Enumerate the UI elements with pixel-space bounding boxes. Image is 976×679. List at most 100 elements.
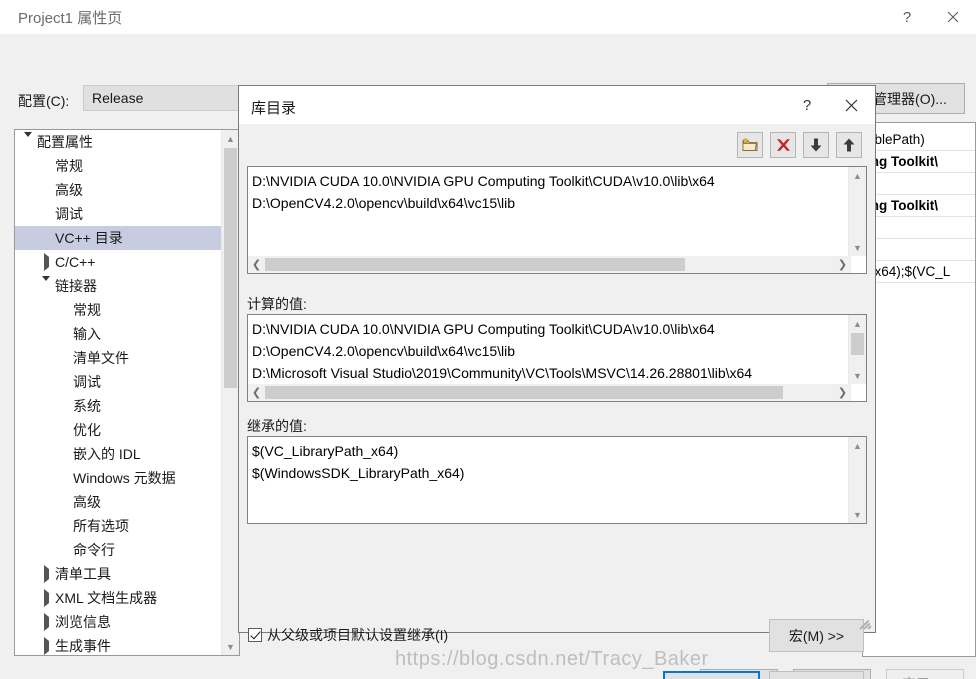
resize-grip[interactable]	[859, 616, 873, 630]
scroll-right-icon[interactable]: ❯	[834, 256, 851, 273]
tree-item-label: 常规	[55, 158, 83, 174]
library-directories-dialog: 库目录 ? D:\NVIDIA CUDA 10.0\NVIDIA GPU Com…	[238, 85, 876, 679]
dialog-help-button[interactable]: ?	[785, 86, 829, 124]
settings-tree[interactable]: 配置属性 常规 高级 调试 VC++ 目录 C/C++ 链接器 常规 输入 清单文件 调试 系统 优化嵌…	[14, 129, 240, 656]
evaluated-scroll-thumb[interactable]	[851, 333, 864, 355]
tree-item[interactable]: VC++ 目录	[15, 226, 222, 250]
scroll-up-icon[interactable]: ▲	[222, 130, 239, 147]
evaluated-value-label: 计算的值:	[247, 296, 307, 312]
chevron-right-icon[interactable]	[39, 612, 53, 631]
tree-item[interactable]: 常规	[15, 154, 222, 178]
tree-item[interactable]: 清单文件	[15, 346, 222, 370]
tree-item[interactable]: 调试	[15, 370, 222, 394]
property-grid-row[interactable]: _x64);$(VC_L	[863, 261, 950, 283]
tree-scroll-thumb[interactable]	[224, 148, 237, 388]
inherit-checkbox-row[interactable]: 从父级或项目默认设置继承(I)	[248, 625, 448, 645]
tree-item[interactable]: 链接器	[15, 274, 222, 298]
evaluated-hscroll-thumb[interactable]	[265, 386, 783, 399]
tree-item[interactable]: XML 文档生成器	[15, 586, 222, 610]
property-grid[interactable]: bblePath) ing Toolkit\ ing Toolkit\ _x64);$…	[862, 122, 976, 657]
tree-item[interactable]: 嵌入的 IDL	[15, 442, 222, 466]
scroll-left-icon[interactable]: ❮	[248, 384, 265, 401]
chevron-right-icon[interactable]	[39, 588, 53, 607]
tree-item[interactable]: 输入	[15, 322, 222, 346]
inherited-value-lines: $(VC_LibraryPath_x64) $(WindowsSDK_Librar…	[252, 440, 848, 484]
evaluated-value-listbox[interactable]: D:\NVIDIA CUDA 10.0\NVIDIA GPU Computing…	[247, 314, 867, 402]
tree-item[interactable]: 所有选项	[15, 514, 222, 538]
directory-entry[interactable]: D:\NVIDIA CUDA 10.0\NVIDIA GPU Computing…	[252, 170, 848, 192]
tree-item-label: 调试	[55, 206, 83, 222]
tree-item-label: 调试	[73, 374, 101, 390]
window-title: Project1 属性页	[18, 10, 123, 27]
tree-item[interactable]: Windows 元数据	[15, 466, 222, 490]
dialog-close-button[interactable]	[829, 86, 873, 124]
tree-item-label: 配置属性	[37, 134, 93, 150]
tree-item[interactable]: 调试	[15, 202, 222, 226]
directories-horizontal-scrollbar[interactable]: ❮ ❯	[248, 256, 851, 273]
scroll-down-icon[interactable]: ▼	[849, 506, 866, 523]
scroll-down-icon[interactable]: ▼	[849, 239, 866, 256]
dialog-ok-button[interactable]: 确定	[663, 671, 760, 679]
scroll-down-icon[interactable]: ▼	[849, 367, 866, 384]
evaluated-horizontal-scrollbar[interactable]: ❮ ❯	[248, 384, 851, 401]
checkbox-icon[interactable]	[248, 628, 262, 642]
tree-item-label: 链接器	[55, 278, 97, 294]
directory-entry[interactable]: D:\OpenCV4.2.0\opencv\build\x64\vc15\lib	[252, 192, 848, 214]
window-close-button[interactable]	[930, 0, 976, 34]
tree-item[interactable]: 生成事件	[15, 634, 222, 655]
tree-item[interactable]: 清单工具	[15, 562, 222, 586]
scroll-up-icon[interactable]: ▲	[849, 437, 866, 454]
inherit-checkbox-label: 从父级或项目默认设置继承(I)	[267, 627, 449, 643]
move-down-button[interactable]	[803, 132, 829, 158]
evaluated-vertical-scrollbar[interactable]: ▲ ▼	[848, 315, 866, 384]
scroll-right-icon[interactable]: ❯	[834, 384, 851, 401]
evaluated-entry[interactable]: D:\Microsoft Visual Studio\2019\Communit…	[252, 362, 848, 384]
tree-item[interactable]: 常规	[15, 298, 222, 322]
tree-item[interactable]: C/C++	[15, 250, 222, 274]
chevron-right-icon[interactable]	[39, 564, 53, 583]
directories-hscroll-thumb[interactable]	[265, 258, 685, 271]
directories-listbox[interactable]: D:\NVIDIA CUDA 10.0\NVIDIA GPU Computing…	[247, 166, 867, 274]
delete-icon	[776, 139, 790, 151]
question-mark-icon: ?	[902, 8, 912, 26]
tree-item[interactable]: 命令行	[15, 538, 222, 562]
tree-item[interactable]: 高级	[15, 178, 222, 202]
close-icon	[845, 99, 857, 111]
inherited-value-listbox[interactable]: $(VC_LibraryPath_x64) $(WindowsSDK_Librar…	[247, 436, 867, 524]
dialog-cancel-button[interactable]: 取消	[769, 671, 864, 679]
chevron-down-icon[interactable]	[21, 131, 35, 147]
scroll-up-icon[interactable]: ▲	[849, 315, 866, 332]
chevron-right-icon[interactable]	[39, 636, 53, 655]
window-titlebar: Project1 属性页 ?	[0, 0, 976, 35]
chevron-right-icon[interactable]	[39, 252, 53, 271]
window-help-button[interactable]: ?	[884, 0, 930, 34]
scroll-left-icon[interactable]: ❮	[248, 256, 265, 273]
tree-item-label: 所有选项	[73, 518, 129, 534]
tree-item[interactable]: 系统	[15, 394, 222, 418]
inherited-vertical-scrollbar[interactable]: ▲ ▼	[848, 437, 866, 523]
question-mark-icon: ?	[802, 96, 812, 114]
new-line-button[interactable]	[737, 132, 763, 158]
move-up-button[interactable]	[836, 132, 862, 158]
new-folder-icon	[742, 137, 758, 151]
tree-item-label: Windows 元数据	[73, 470, 176, 486]
window-apply-button: 应用(A)	[886, 669, 964, 679]
tree-item-label: 生成事件	[55, 638, 111, 654]
chevron-down-icon[interactable]	[39, 275, 53, 291]
tree-item[interactable]: 浏览信息	[15, 610, 222, 634]
tree-item[interactable]: 高级	[15, 490, 222, 514]
tree-item[interactable]: 优化	[15, 418, 222, 442]
delete-button[interactable]	[770, 132, 796, 158]
inherited-entry[interactable]: $(VC_LibraryPath_x64)	[252, 440, 848, 462]
tree-vertical-scrollbar[interactable]: ▲ ▼	[221, 130, 239, 655]
directories-vertical-scrollbar[interactable]: ▲ ▼	[848, 167, 866, 256]
tree-item-label: XML 文档生成器	[55, 590, 158, 606]
evaluated-entry[interactable]: D:\NVIDIA CUDA 10.0\NVIDIA GPU Computing…	[252, 318, 848, 340]
scroll-down-icon[interactable]: ▼	[222, 638, 239, 655]
scroll-up-icon[interactable]: ▲	[849, 167, 866, 184]
inherited-entry[interactable]: $(WindowsSDK_LibraryPath_x64)	[252, 462, 848, 484]
macros-button[interactable]: 宏(M) >>	[769, 619, 864, 652]
tree-item[interactable]: 配置属性	[15, 130, 222, 154]
evaluated-entry[interactable]: D:\OpenCV4.2.0\opencv\build\x64\vc15\lib	[252, 340, 848, 362]
config-label: 配置(C):	[18, 93, 70, 109]
